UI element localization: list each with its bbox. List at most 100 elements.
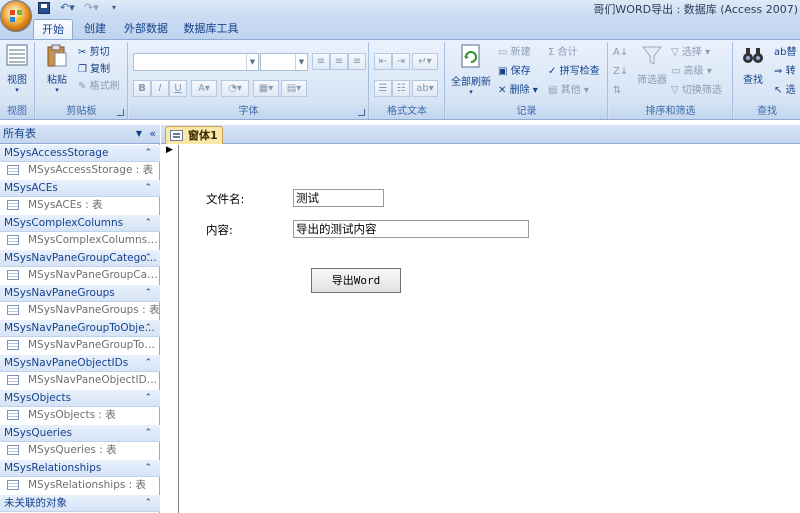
sort-descending-icon[interactable]: Z↓ [613,64,628,80]
alternate-fill-icon[interactable]: ▤▾ [281,80,307,97]
save-icon[interactable] [38,2,50,14]
bold-button[interactable]: B [133,80,151,97]
nav-table-item[interactable]: MSysObjects : 表 [0,406,160,424]
font-color-icon[interactable]: A▾ [191,80,217,97]
copy-label: 复制 [90,64,111,75]
nav-group-header[interactable]: MSysAccessStorage ⌃ [0,145,160,162]
sort-filter-group-label: 排序和筛选 [609,104,732,119]
replace-button[interactable]: ab替 [774,45,796,61]
spelling-label: 拼写检查 [559,66,600,77]
selection-button[interactable]: ▽ 选择 ▾ [671,45,710,61]
goto-button[interactable]: ⇒ 转 [774,64,796,80]
bullets-icon[interactable]: ☷ [392,80,410,97]
nav-group-header[interactable]: MSysNavPaneObjectIDs ⌃ [0,355,160,372]
sigma-icon: Σ [548,47,555,58]
font-name-combo[interactable]: ▼ [133,53,259,71]
funnel-icon [641,46,663,65]
tab-external-data[interactable]: 外部数据 [122,19,170,39]
nav-table-item[interactable]: MSysNavPaneGroupToOb... [0,336,160,354]
spelling-icon: ✓ [548,66,557,77]
view-button[interactable]: 视图 ▾ [3,44,31,94]
new-record-button[interactable]: ▭ 新建 [498,45,531,61]
clear-sort-icon[interactable]: ⇅ [613,83,621,99]
nav-group-header[interactable]: MSysNavPaneGroups ⌃ [0,285,160,302]
align-left-icon[interactable]: ≡ [312,53,330,70]
find-button[interactable]: 查找 [736,44,770,86]
highlight-icon[interactable]: ab▾ [412,80,438,97]
nav-table-item[interactable]: MSysNavPaneObjectIDs : ... [0,371,160,389]
table-icon [7,480,19,490]
undo-icon[interactable]: ↶▾ [60,2,76,15]
filename-input[interactable]: 测试 [293,189,384,207]
customize-quick-access-icon[interactable]: ▾ [112,2,120,15]
nav-group-header[interactable]: MSysRelationships ⌃ [0,460,160,477]
tab-home[interactable]: 开始 [33,19,73,39]
nav-group-header[interactable]: MSysObjects ⌃ [0,390,160,407]
numbering-icon[interactable]: ☰ [374,80,392,97]
table-icon [7,340,19,350]
advanced-button[interactable]: ▭ 高级 ▾ [671,64,712,80]
delete-record-button[interactable]: ✕ 删除 ▾ [498,83,538,99]
nav-table-item[interactable]: MSysAccessStorage : 表 [0,161,160,179]
decrease-indent-icon[interactable]: ⇤ [374,53,392,70]
align-right-icon[interactable]: ≡ [348,53,366,70]
collapse-group-icon: ⌃ [144,358,152,368]
gridlines-icon[interactable]: ▦▾ [253,80,279,97]
redo-icon[interactable]: ↷▾ [84,2,100,15]
nav-table-item[interactable]: MSysQueries : 表 [0,441,160,459]
collapse-group-icon: ⌃ [144,218,152,228]
refresh-all-button[interactable]: 全部刷新 ▾ [448,44,494,96]
save-record-icon: ▣ [498,66,508,77]
new-record-icon: ▭ [498,47,508,58]
office-button[interactable] [0,0,32,32]
table-icon [7,200,19,210]
nav-group-header[interactable]: MSysNavPaneGroupCatego... ⌃ [0,250,160,267]
nav-group-header[interactable]: MSysACEs ⌃ [0,180,160,197]
underline-button[interactable]: U [169,80,187,97]
tab-form1[interactable]: 窗体1 [165,126,223,144]
clipboard-group: 粘贴 ▾ ✂ 剪切 ❐ 复制 ✎ 格式刷 剪贴板 [36,42,128,119]
nav-table-item[interactable]: MSysACEs : 表 [0,196,160,214]
nav-table-item[interactable]: MSysNavPaneGroupCate... [0,266,160,284]
toggle-filter-button[interactable]: ▽ 切换筛选 [671,83,722,99]
select-button[interactable]: ↖ 选 [774,83,796,99]
collapse-pane-icon[interactable]: « [149,125,156,143]
nav-group-header[interactable]: MSysQueries ⌃ [0,425,160,442]
clipboard-dialog-launcher-icon[interactable] [117,109,124,116]
nav-table-item[interactable]: MSysComplexColumns : 表 [0,231,160,249]
selection-label: 选择 [681,47,702,58]
nav-table-item[interactable]: MSysNavPaneGroups : 表 [0,301,160,319]
table-icon [7,445,19,455]
copy-button[interactable]: ❐ 复制 [78,62,110,78]
font-dialog-launcher-icon[interactable] [358,109,365,116]
ribbon-tab-bar: 开始 创建 外部数据 数据库工具 [0,17,800,39]
sort-ascending-icon[interactable]: A↓ [613,45,628,61]
paragraph-direction-icon[interactable]: ↵▾ [412,53,438,70]
cut-button[interactable]: ✂ 剪切 [78,45,110,61]
font-size-combo[interactable]: ▼ [260,53,308,71]
tab-create[interactable]: 创建 [80,19,110,39]
record-selector-icon[interactable]: ▶ [166,145,173,155]
italic-button[interactable]: I [151,80,169,97]
tab-database-tools[interactable]: 数据库工具 [182,19,240,39]
align-center-icon[interactable]: ≡ [330,53,348,70]
nav-pane-header[interactable]: 所有表 ▼ « [0,125,160,144]
nav-group-header[interactable]: 未关联的对象 ⌃ [0,495,160,512]
paste-button[interactable]: 粘贴 ▾ [42,44,72,94]
export-word-button[interactable]: 导出Word [311,268,401,293]
more-records-button[interactable]: ▤ 其他 ▾ [548,83,589,99]
fill-color-icon[interactable]: ◔▾ [221,80,249,97]
chevron-down-icon[interactable]: ▼ [136,125,142,143]
totals-button[interactable]: Σ 合计 [548,45,578,61]
spelling-button[interactable]: ✓ 拼写检查 [548,64,600,80]
nav-table-item[interactable]: MSysRelationships : 表 [0,476,160,494]
records-group-label: 记录 [446,104,607,119]
format-painter-button[interactable]: ✎ 格式刷 [78,79,120,95]
filter-button[interactable]: 筛选器 [635,44,669,86]
nav-group-header[interactable]: MSysComplexColumns ⌃ [0,215,160,232]
nav-group-header[interactable]: MSysNavPaneGroupToObje... ⌃ [0,320,160,337]
find-label: 查找 [743,75,763,86]
increase-indent-icon[interactable]: ⇥ [392,53,410,70]
content-input[interactable]: 导出的测试内容 [293,220,529,238]
save-record-button[interactable]: ▣ 保存 [498,64,531,80]
